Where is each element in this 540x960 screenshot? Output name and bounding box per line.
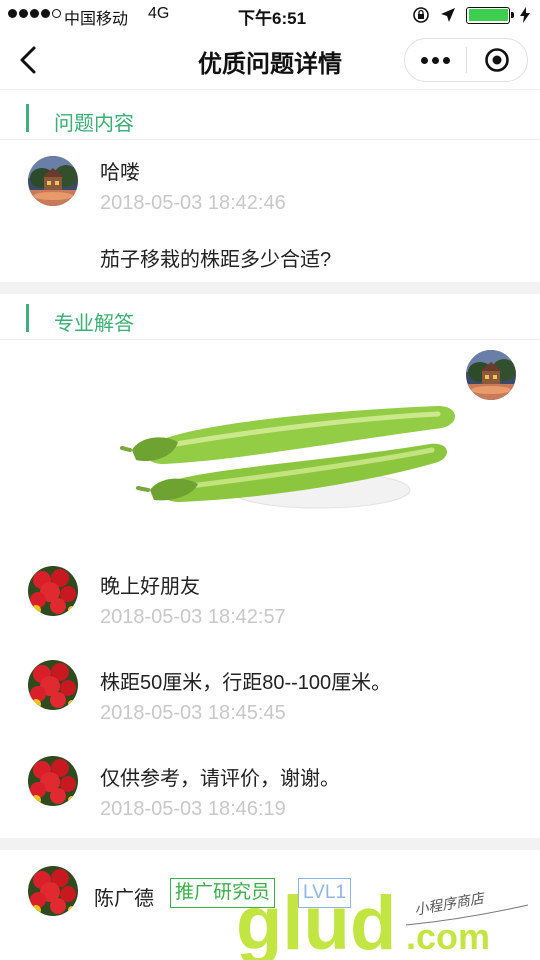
section-accent-bar xyxy=(26,304,29,332)
target-circle-icon xyxy=(485,48,509,72)
signal-strength-icon xyxy=(8,9,61,18)
section-title: 问题内容 xyxy=(54,113,134,135)
asker-name: 哈喽 xyxy=(100,162,140,184)
section-title: 专业解答 xyxy=(54,313,134,335)
navigation-bar: 优质问题详情 xyxy=(0,30,540,90)
svg-text:小程序商店: 小程序商店 xyxy=(413,890,487,918)
svg-text:.com: .com xyxy=(406,916,490,957)
carrier-name: 中国移动 xyxy=(64,11,129,28)
orientation-lock-icon xyxy=(413,7,429,23)
answer-message-time: 2018-05-03 18:42:57 xyxy=(100,606,286,628)
expert-avatar[interactable] xyxy=(28,866,78,916)
question-content: 茄子移栽的株距多少合适? xyxy=(100,249,332,271)
close-miniprogram-button[interactable] xyxy=(467,39,527,81)
question-time: 2018-05-03 18:42:46 xyxy=(100,192,286,214)
answerer-avatar[interactable] xyxy=(28,660,78,710)
section-accent-bar xyxy=(26,104,29,132)
site-watermark-logo: glud .com 小程序商店 xyxy=(236,881,536,960)
expert-name: 陈广德 xyxy=(94,888,154,910)
asker-avatar[interactable] xyxy=(28,156,78,206)
section-divider xyxy=(0,838,540,850)
location-arrow-icon xyxy=(441,8,455,22)
answer-image-eggplant[interactable] xyxy=(120,352,460,538)
status-icons xyxy=(412,6,530,24)
answer-message-time: 2018-05-03 18:45:45 xyxy=(100,702,286,724)
status-time: 下午6:51 xyxy=(238,9,307,28)
svg-text:glud: glud xyxy=(236,885,396,960)
answer-section-header: 专业解答 xyxy=(0,296,540,340)
capsule-menu xyxy=(404,38,528,82)
expert-avatar-landscape[interactable] xyxy=(466,350,516,400)
section-divider xyxy=(0,282,540,294)
question-section-header: 问题内容 xyxy=(0,96,540,140)
answerer-avatar[interactable] xyxy=(28,756,78,806)
answer-message-text: 株距50厘米，行距80--100厘米。 xyxy=(100,672,392,694)
more-button[interactable] xyxy=(405,39,466,81)
answer-message-time: 2018-05-03 18:46:19 xyxy=(100,798,286,820)
answerer-avatar[interactable] xyxy=(28,566,78,616)
battery-icon xyxy=(466,6,514,24)
more-dots-icon xyxy=(421,56,428,64)
charging-bolt-icon xyxy=(520,7,530,23)
answer-message-text: 晚上好朋友 xyxy=(100,576,200,598)
network-type: 4G xyxy=(148,5,170,22)
status-bar: 中国移动 4G 下午6:51 xyxy=(0,0,540,30)
answer-message-text: 仅供参考，请评价，谢谢。 xyxy=(100,768,340,790)
